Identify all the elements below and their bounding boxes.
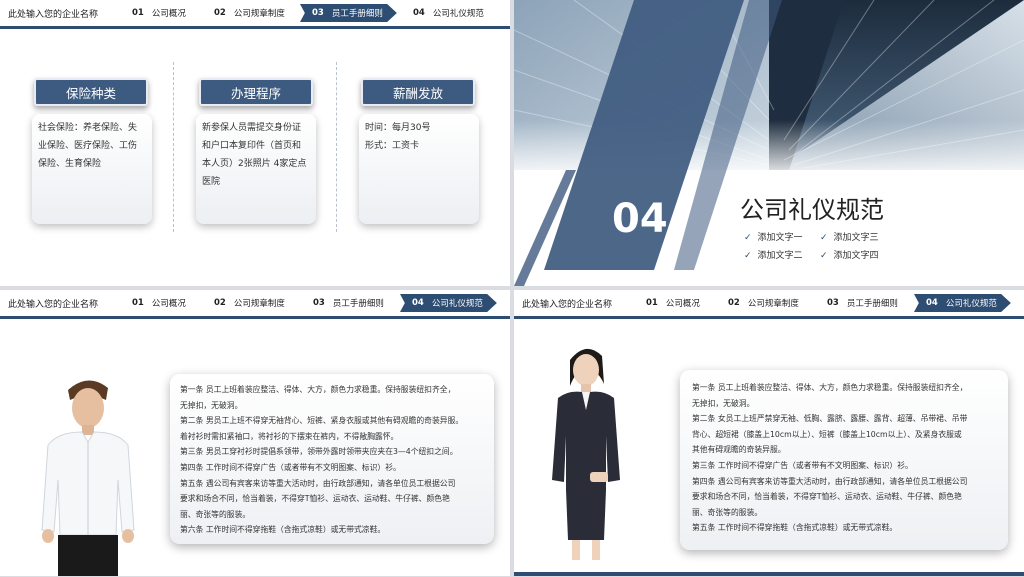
column-title-procedure: 办理程序	[199, 78, 313, 106]
nav-item-etiquette[interactable]: 04 公司礼仪规范	[400, 294, 497, 312]
building-photo	[514, 0, 1024, 286]
nav-item-rules[interactable]: 02 公司规章制度	[206, 294, 285, 312]
header-divider	[514, 316, 1024, 319]
company-name: 此处输入您的企业名称	[522, 300, 613, 310]
footer-bar	[514, 572, 1024, 576]
slide-header: 此处输入您的企业名称 01 公司概况 02 公司规章制度 03 员工手册细则 04 公司…	[0, 0, 510, 29]
column-divider	[336, 62, 337, 232]
column-title-salary: 薪酬发放	[361, 78, 475, 106]
check-icon: ✓	[744, 251, 752, 261]
check-icon: ✓	[820, 251, 828, 261]
slide-header: 此处输入您的企业名称 01 公司概况 02 公司规章制度 03 员工手册细则 04 公司…	[0, 290, 510, 319]
column-title-insurance: 保险种类	[34, 78, 148, 106]
list-item[interactable]: ✓ 添加文字三	[820, 230, 879, 243]
header-divider	[0, 26, 510, 29]
nav-item-overview[interactable]: 01 公司概况	[638, 294, 700, 312]
header-divider	[0, 316, 510, 319]
female-model-image	[552, 348, 620, 560]
nav-item-rules[interactable]: 02 公司规章制度	[720, 294, 799, 312]
male-model-image	[41, 380, 135, 576]
slide-male-dress-code[interactable]: 此处输入您的企业名称 01 公司概况 02 公司规章制度 03 员工手册细则 04 公司…	[0, 290, 510, 576]
slide-section-04[interactable]: 04 公司礼仪规范 ✓ 添加文字一 ✓ 添加文字三 ✓ 添加文字二 ✓ 添加文字四	[514, 0, 1024, 286]
list-item[interactable]: ✓ 添加文字二	[744, 248, 803, 261]
list-item[interactable]: ✓ 添加文字一	[744, 230, 803, 243]
list-item[interactable]: ✓ 添加文字四	[820, 248, 879, 261]
column-divider	[173, 62, 174, 232]
section-number: 04	[612, 196, 668, 242]
check-icon: ✓	[820, 233, 828, 243]
company-name: 此处输入您的企业名称	[8, 10, 99, 20]
slide-insurance[interactable]: 此处输入您的企业名称 01 公司概况 02 公司规章制度 03 员工手册细则 04 公司…	[0, 0, 510, 286]
dress-code-panel: 第一条 员工上班着装应整洁、得体、大方，颜色力求稳重。保持服装纽扣齐全， 无掉扣…	[170, 374, 494, 544]
column-box-insurance: 社会保险：养老保险、失 业保险、医疗保险、工伤 保险、生育保险	[32, 114, 152, 224]
nav-item-handbook[interactable]: 03 员工手册细则	[305, 294, 384, 312]
check-icon: ✓	[744, 233, 752, 243]
slide-header: 此处输入您的企业名称 01 公司概况 02 公司规章制度 03 员工手册细则 04 公司…	[514, 290, 1024, 319]
nav-item-rules[interactable]: 02 公司规章制度	[206, 4, 285, 22]
section-title: 公司礼仪规范	[740, 196, 884, 224]
nav-item-handbook[interactable]: 03 员工手册细则	[819, 294, 898, 312]
slide-female-dress-code[interactable]: 此处输入您的企业名称 01 公司概况 02 公司规章制度 03 员工手册细则 04 公司…	[514, 290, 1024, 576]
company-name: 此处输入您的企业名称	[8, 300, 99, 310]
nav-item-etiquette[interactable]: 04 公司礼仪规范	[914, 294, 1011, 312]
nav-item-overview[interactable]: 01 公司概况	[124, 294, 186, 312]
nav-item-handbook[interactable]: 03 员工手册细则	[300, 4, 397, 22]
dress-code-panel: 第一条 员工上班着装应整洁、得体、大方，颜色力求稳重。保持服装纽扣齐全， 无掉扣…	[680, 370, 1008, 550]
nav-item-etiquette[interactable]: 04 公司礼仪规范	[405, 4, 484, 22]
nav-item-overview[interactable]: 01 公司概况	[124, 4, 186, 22]
column-box-salary: 时间：每月30号 形式：工资卡	[359, 114, 479, 224]
column-box-procedure: 新参保人员需提交身份证 和户口本复印件（首页和 本人页）2张照片 4家定点 医院	[196, 114, 316, 224]
